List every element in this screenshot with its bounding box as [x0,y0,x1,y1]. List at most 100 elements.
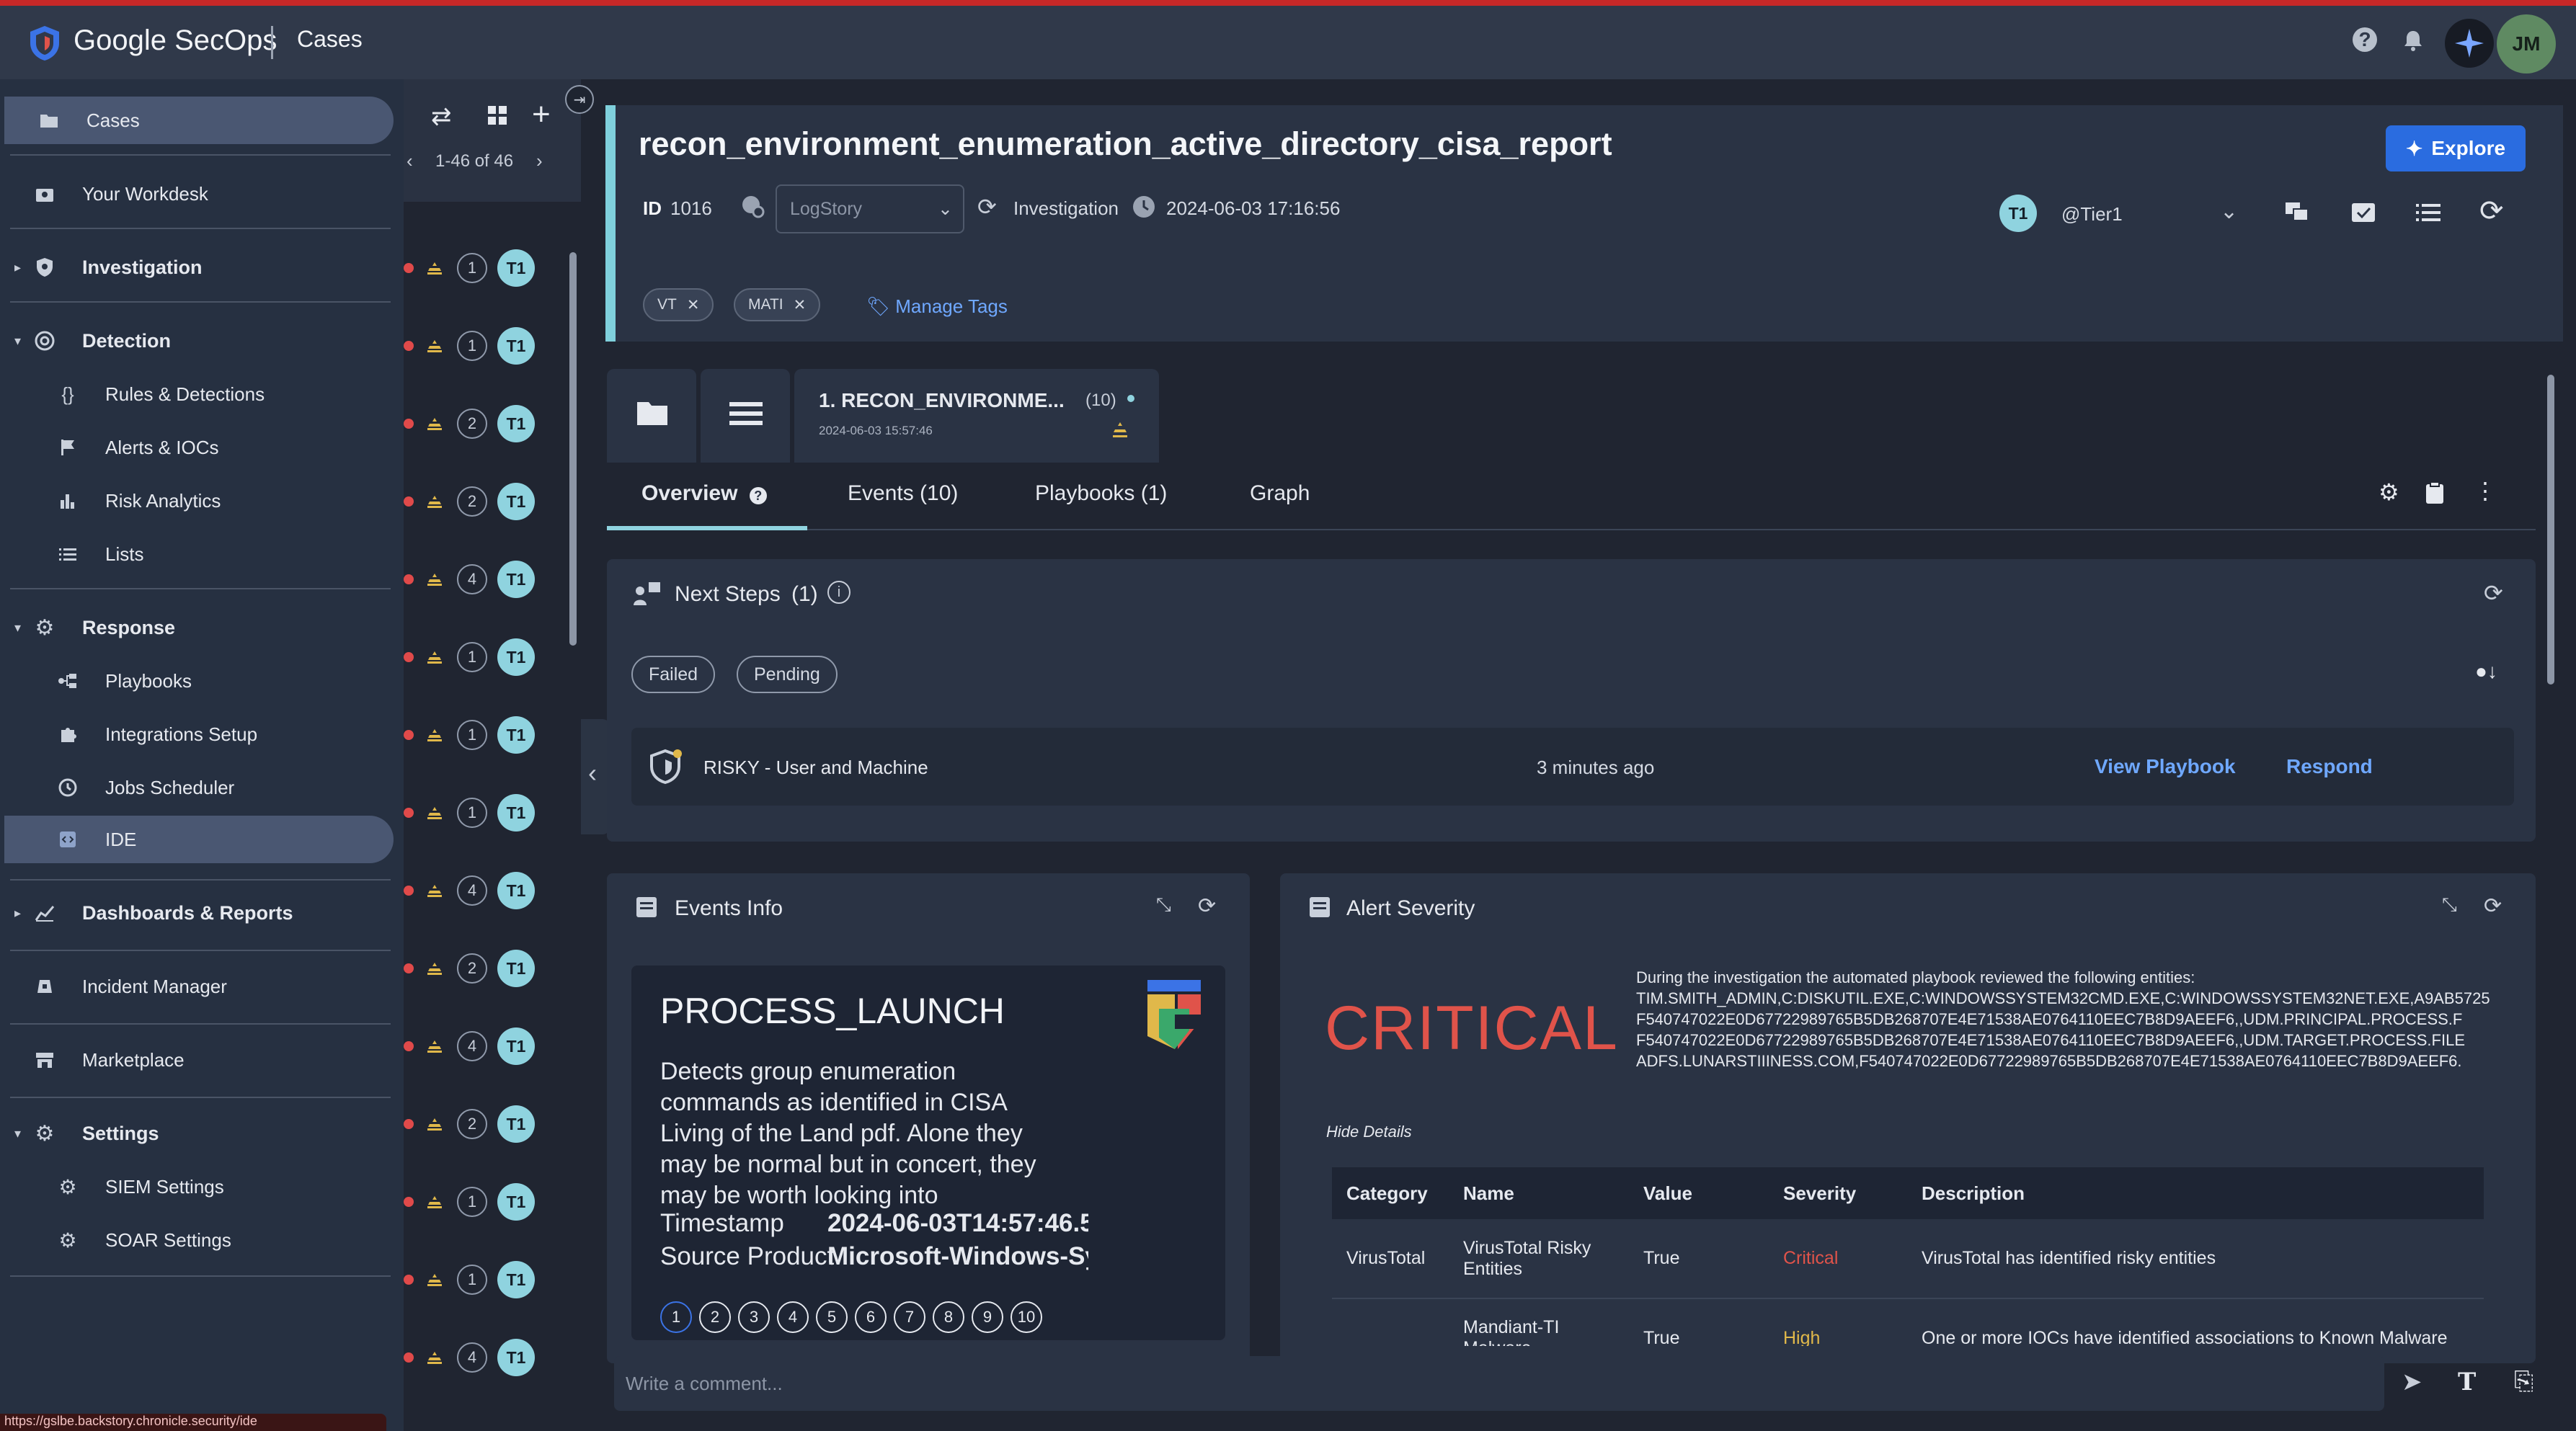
sidebar-item-playbooks[interactable]: Playbooks [0,657,404,705]
assignee-value[interactable]: @Tier1 [2061,203,2123,226]
user-avatar[interactable]: JM [2497,14,2556,73]
case-list-row[interactable]: 1 T1 [404,1254,548,1305]
sidebar-item-rules-detections[interactable]: {} Rules & Detections [0,370,404,418]
case-list-row[interactable]: 1 T1 [404,1177,548,1227]
more-vert-icon[interactable]: ⋮ [2474,477,2497,504]
text-format-icon[interactable]: T [2458,1368,2476,1396]
event-page-button[interactable]: 3 [738,1301,770,1333]
case-list-row[interactable]: 4 T1 [404,865,548,916]
help-icon[interactable]: ? [2353,27,2377,52]
chevron-right-icon[interactable]: ▸ [14,906,29,921]
environment-select[interactable]: LogStory ⌄ [776,184,964,233]
refresh-icon[interactable]: ⟳ [2484,579,2503,607]
case-list-row[interactable]: 2 T1 [404,1099,548,1149]
add-case-icon[interactable]: + [532,97,551,133]
sidebar-item-investigation[interactable]: ▸ Investigation [0,244,404,291]
sidebar-item-settings[interactable]: ▾ ⚙ Settings [0,1110,404,1157]
refresh-icon[interactable]: ⟳ [2479,195,2504,228]
sidebar-item-your-workdesk[interactable]: Your Workdesk [0,170,404,218]
event-page-button[interactable]: 5 [816,1301,848,1333]
settings-icon[interactable]: ⚙ [2379,478,2399,506]
tab-playbooks[interactable]: Playbooks (1) [1035,481,1167,506]
info-icon[interactable]: i [827,581,850,604]
case-list-row[interactable]: 1 T1 [404,321,548,371]
grid-view-icon[interactable] [487,105,507,129]
case-list-row[interactable]: 1 T1 [404,632,548,682]
sidebar-item-cases[interactable]: Cases [4,97,394,144]
case-list-row[interactable]: 2 T1 [404,476,548,527]
case-list-row[interactable]: 4 T1 [404,1332,548,1383]
sidebar-item-marketplace[interactable]: Marketplace [0,1036,404,1084]
sidebar-item-soar-settings[interactable]: ⚙ SOAR Settings [0,1216,404,1264]
sidebar-item-detection[interactable]: ▾ Detection [0,317,404,365]
help-icon[interactable]: ? [749,487,767,504]
case-list-row[interactable]: 1 T1 [404,788,548,838]
send-icon[interactable]: ➤ [2402,1368,2422,1396]
chevron-down-icon[interactable]: ▾ [14,620,29,636]
table-row[interactable]: Mandiant-TI MalwareTrueHighOne or more I… [1332,1298,2484,1346]
swap-icon[interactable]: ⇄ [431,102,452,131]
event-page-button[interactable]: 6 [855,1301,887,1333]
tab-graph[interactable]: Graph [1250,481,1310,506]
sidebar-item-lists[interactable]: Lists [0,530,404,578]
case-list-row[interactable]: 1 T1 [404,710,548,760]
tab-overview[interactable]: Overview ? [641,481,767,506]
event-page-button[interactable]: 7 [894,1301,925,1333]
event-page-button[interactable]: 1 [660,1301,692,1333]
remove-tag-icon[interactable]: ✕ [794,296,807,314]
event-page-button[interactable]: 4 [777,1301,809,1333]
collapse-list-button[interactable]: ‹ [581,719,610,834]
case-wall-tab[interactable] [607,369,696,463]
sidebar-item-risk-analytics[interactable]: Risk Analytics [0,477,404,525]
sort-icon[interactable]: ●↓ [2475,660,2497,683]
case-list-row[interactable]: 1 T1 [404,243,548,293]
view-playbook-link[interactable]: View Playbook [2095,755,2236,778]
sidebar-item-incident-manager[interactable]: Incident Manager [0,963,404,1010]
alert-tab[interactable]: 1. RECON_ENVIRONME... (10) 2024-06-03 15… [794,369,1159,463]
tab-events[interactable]: Events (10) [848,481,958,506]
collapse-panel-icon[interactable]: ⇥ [565,85,594,114]
case-list-row[interactable]: 4 T1 [404,554,548,605]
sidebar-item-alerts-iocs[interactable]: Alerts & IOCs [0,424,404,471]
chevron-down-icon[interactable]: ▾ [14,1126,29,1141]
gemini-spark-icon[interactable] [2445,19,2494,68]
case-list-row[interactable]: 2 T1 [404,398,548,449]
case-list-row[interactable]: 2 T1 [404,943,548,994]
respond-link[interactable]: Respond [2286,755,2373,778]
expand-icon[interactable]: ⤡ [2442,893,2457,917]
sidebar-item-integrations-setup[interactable]: Integrations Setup [0,710,404,758]
sidebar-item-dashboards-reports[interactable]: ▸ Dashboards & Reports [0,889,404,937]
refresh-icon[interactable]: ⟳ [2484,893,2502,919]
sidebar-item-siem-settings[interactable]: ⚙ SIEM Settings [0,1163,404,1211]
bell-icon[interactable] [2397,24,2429,56]
comment-input[interactable]: Write a comment... [614,1356,2384,1411]
clipboard-icon[interactable] [2425,481,2445,508]
alert-list-tab[interactable] [701,369,790,463]
explore-button[interactable]: ✦ Explore [2386,125,2526,171]
next-page-icon[interactable]: › [536,150,543,172]
sidebar-item-ide[interactable]: IDE [4,816,394,863]
remove-tag-icon[interactable]: ✕ [687,296,700,314]
attachment-icon[interactable]: ⎘ [2514,1368,2533,1396]
hide-details-link[interactable]: Hide Details [1326,1123,1412,1141]
chevron-down-icon[interactable]: ▾ [14,334,29,349]
event-page-button[interactable]: 2 [699,1301,731,1333]
content-scrollbar[interactable] [2547,375,2554,685]
secops-logo-icon[interactable] [27,24,62,62]
event-page-button[interactable]: 10 [1011,1301,1042,1333]
filter-failed-chip[interactable]: Failed [631,656,716,693]
sidebar-item-response[interactable]: ▾ ⚙ Response [0,604,404,651]
table-row[interactable]: VirusTotal VirusTotal Risky Entities True C… [1332,1219,2484,1299]
task-check-icon[interactable] [2351,200,2376,227]
case-list-row[interactable]: 4 T1 [404,1021,548,1071]
refresh-icon[interactable]: ⟳ [1198,893,1216,919]
list-view-icon[interactable] [2416,202,2440,227]
chevron-down-icon[interactable]: ⌄ [2220,199,2238,224]
sidebar-item-jobs-scheduler[interactable]: Jobs Scheduler [0,764,404,811]
filter-pending-chip[interactable]: Pending [737,656,838,693]
manage-tags-link[interactable]: 🏷 Manage Tags [866,295,1008,318]
case-list-scrollbar[interactable] [569,252,577,646]
chat-icon[interactable] [2285,202,2309,227]
expand-icon[interactable]: ⤡ [1156,893,1171,917]
event-page-button[interactable]: 8 [933,1301,964,1333]
